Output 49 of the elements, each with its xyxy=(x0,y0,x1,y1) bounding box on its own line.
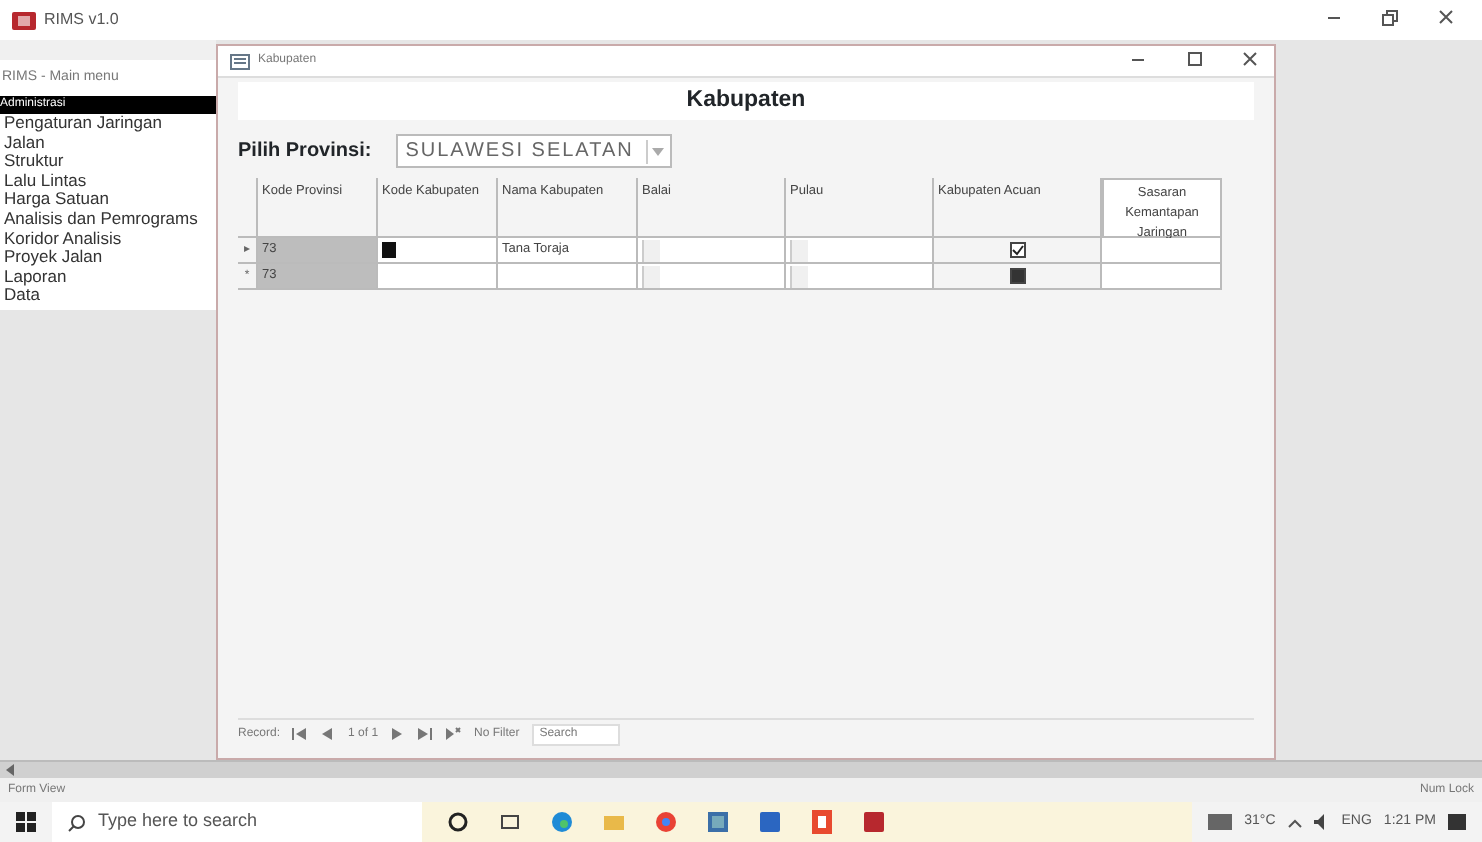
menu-item[interactable]: Pengaturan Jaringan xyxy=(0,114,216,134)
table-cell xyxy=(498,264,638,291)
task-view-icon[interactable] xyxy=(498,810,522,834)
last-record-icon[interactable] xyxy=(418,725,435,742)
database-app-icon[interactable] xyxy=(862,810,886,834)
windows-icon xyxy=(16,811,36,832)
menu-item[interactable]: Koridor Analisis xyxy=(0,229,216,249)
speaker-icon[interactable] xyxy=(1313,814,1330,830)
menu-item[interactable]: Jalan xyxy=(0,133,216,153)
app-title: RIMS v1.0 xyxy=(44,8,119,32)
restore-icon[interactable] xyxy=(1382,10,1398,27)
menu-item[interactable]: Data xyxy=(0,286,216,307)
province-label: Pilih Provinsi: xyxy=(238,138,372,167)
grid-app-icon[interactable] xyxy=(706,810,730,834)
globe-icon[interactable] xyxy=(550,810,574,834)
menu-item[interactable]: Laporan xyxy=(0,267,216,287)
round-icon[interactable] xyxy=(654,810,678,834)
dropdown-cell[interactable] xyxy=(786,264,934,291)
dropdown-cell[interactable] xyxy=(786,238,934,265)
checkbox[interactable] xyxy=(1009,268,1025,285)
pdf-app-icon[interactable] xyxy=(810,810,834,834)
dropdown-cell[interactable] xyxy=(638,264,786,291)
form-heading: Kabupaten xyxy=(238,82,1254,121)
new-record-icon[interactable] xyxy=(446,725,463,742)
menu-item[interactable]: Lalu Lintas xyxy=(0,171,216,191)
search-icon xyxy=(68,813,86,831)
next-record-icon[interactable] xyxy=(390,725,407,742)
menu-item[interactable]: Harga Satuan xyxy=(0,190,216,211)
checkbox[interactable] xyxy=(1009,242,1025,259)
menu-item[interactable]: Analisis dan Pemrograms xyxy=(0,210,216,230)
maximize-icon[interactable] xyxy=(1186,51,1202,68)
menu-item[interactable]: Struktur xyxy=(0,152,216,172)
province-dropdown[interactable]: SULAWESI SELATAN xyxy=(395,134,672,169)
previous-record-icon[interactable] xyxy=(320,725,337,742)
taskbar-search-field[interactable]: Type here to search xyxy=(52,802,422,842)
form-icon xyxy=(230,53,250,69)
app-icon xyxy=(12,11,36,29)
chevron-up-icon[interactable] xyxy=(1287,817,1302,827)
dropdown-arrow-icon xyxy=(652,147,665,156)
close-icon[interactable] xyxy=(1438,10,1454,27)
cursor-icon xyxy=(382,242,396,259)
close-icon[interactable] xyxy=(1242,51,1258,68)
circle-icon[interactable] xyxy=(446,810,470,834)
horizontal-scrollbar[interactable] xyxy=(0,760,1482,778)
scroll-left-icon xyxy=(6,764,14,776)
first-record-icon[interactable] xyxy=(292,725,309,742)
document-app-icon[interactable] xyxy=(758,810,782,834)
menu-item[interactable]: Proyek Jalan xyxy=(0,248,216,268)
dropdown-cell[interactable] xyxy=(638,238,786,265)
